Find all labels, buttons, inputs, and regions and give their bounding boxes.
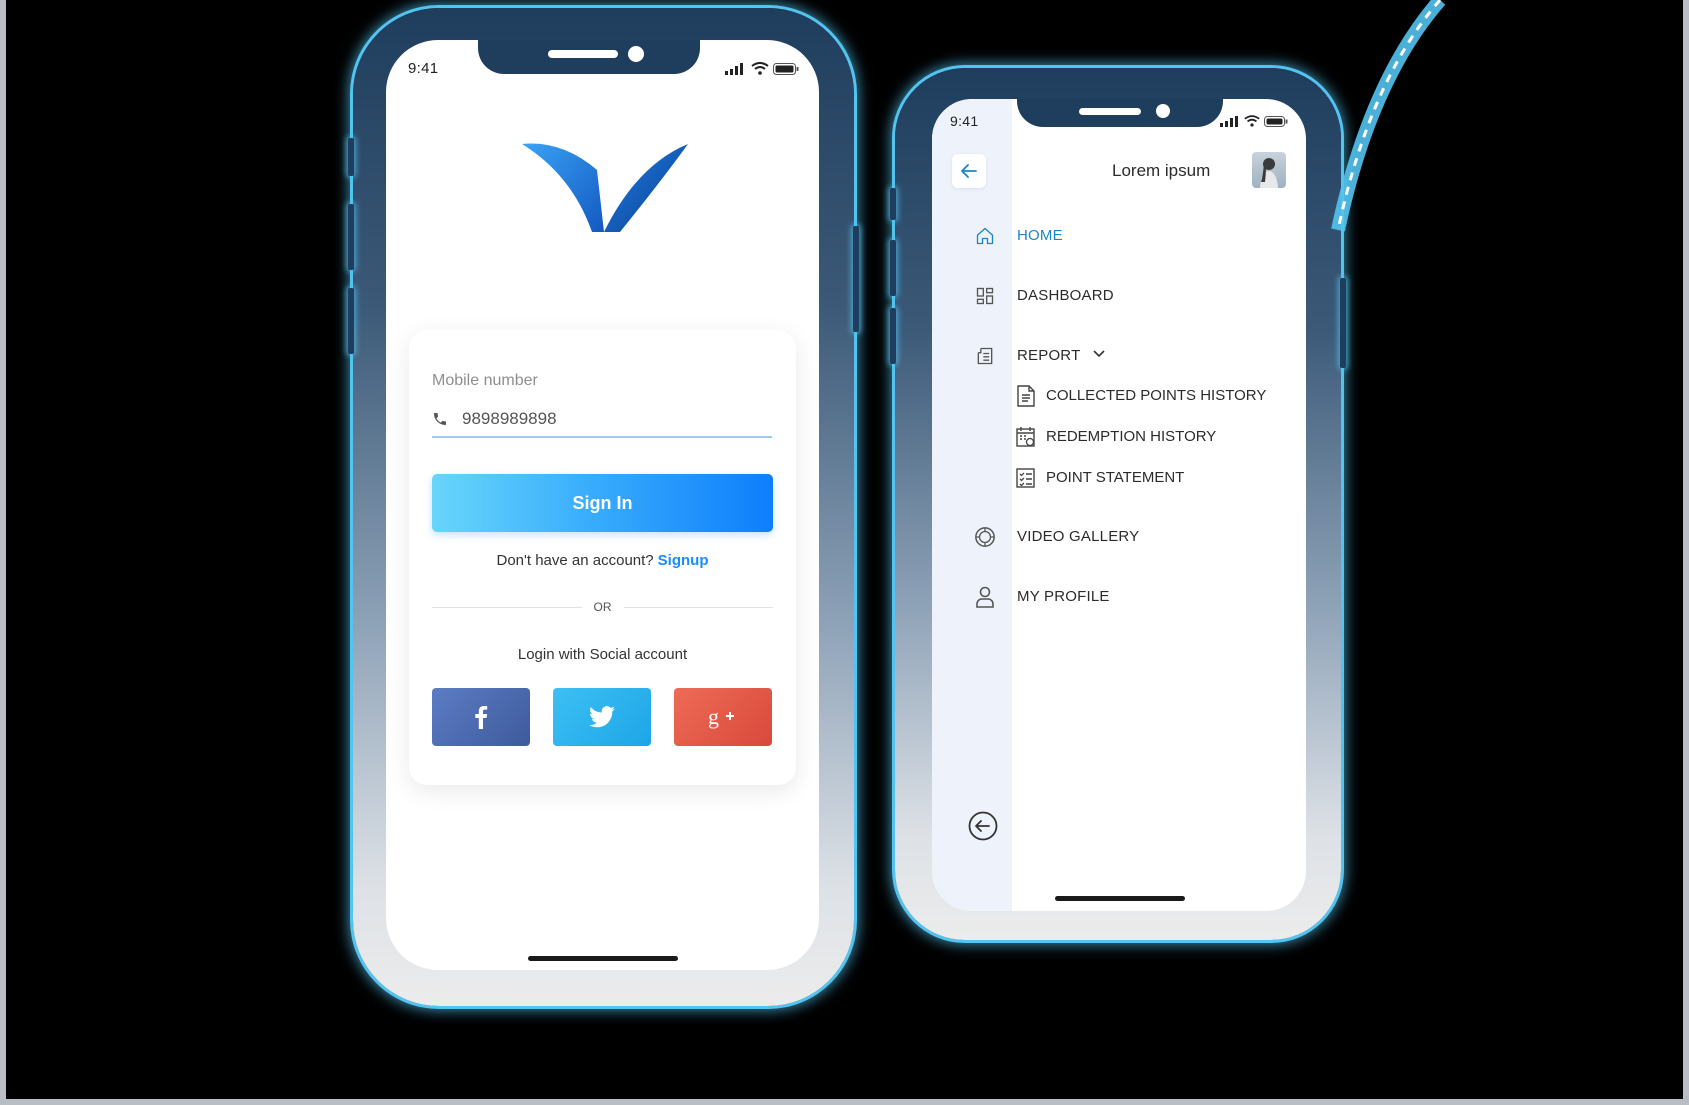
menu-label-video-gallery: VIDEO GALLERY bbox=[1017, 528, 1140, 545]
camera bbox=[1156, 104, 1170, 118]
submenu-label-collected-points-history: COLLECTED POINTS HISTORY bbox=[1046, 387, 1267, 404]
checklist-icon bbox=[1016, 468, 1035, 488]
video-gallery-icon bbox=[974, 526, 996, 548]
avatar[interactable] bbox=[1252, 152, 1286, 188]
speaker bbox=[1079, 108, 1141, 115]
signup-link[interactable]: Signup bbox=[658, 552, 709, 569]
login-card: Mobile number Sign In Don't have an acco… bbox=[409, 330, 796, 785]
battery-icon bbox=[1264, 115, 1288, 127]
home-icon bbox=[974, 225, 996, 247]
user-icon bbox=[974, 586, 996, 608]
status-icons bbox=[1220, 115, 1288, 127]
status-time: 9:41 bbox=[408, 60, 439, 77]
arrow-left-icon bbox=[961, 164, 977, 178]
sign-in-button[interactable]: Sign In bbox=[432, 474, 773, 532]
twitter-login-button[interactable] bbox=[553, 688, 651, 746]
back-button[interactable] bbox=[952, 154, 986, 188]
volume-up-button bbox=[890, 240, 896, 296]
signal-icon bbox=[725, 62, 743, 75]
login-screen: 9:41 Mobile number 9898989898 Sign In Do… bbox=[386, 40, 819, 970]
volume-down-button bbox=[890, 308, 896, 364]
speaker bbox=[548, 50, 618, 58]
twitter-icon bbox=[589, 706, 615, 728]
divider-line bbox=[432, 606, 582, 608]
mobile-number-input[interactable] bbox=[460, 408, 744, 430]
divider-line bbox=[623, 606, 773, 608]
menu-label-report: REPORT bbox=[1017, 347, 1081, 364]
phone-icon bbox=[434, 413, 446, 425]
submenu-item-redemption-history[interactable]: REDEMPTION HISTORY bbox=[932, 425, 1306, 449]
camera bbox=[628, 46, 644, 62]
google-plus-login-button[interactable]: g bbox=[674, 688, 772, 746]
menu-icon-rail bbox=[932, 99, 1012, 911]
no-account-text: Don't have an account? bbox=[496, 552, 654, 569]
wifi-icon bbox=[1244, 115, 1260, 127]
submenu-item-point-statement[interactable]: POINT STATEMENT bbox=[932, 466, 1306, 490]
decorative-strand bbox=[1331, 0, 1446, 232]
submenu-item-collected-points-history[interactable]: COLLECTED POINTS HISTORY bbox=[932, 384, 1306, 408]
profile-name: Lorem ipsum bbox=[1112, 161, 1211, 180]
volume-up-button bbox=[348, 204, 354, 270]
power-button bbox=[1340, 278, 1346, 368]
login-phone-frame: 9:41 Mobile number 9898989898 Sign In Do… bbox=[348, 8, 859, 1006]
signup-prompt: Don't have an account? Signup bbox=[409, 552, 796, 569]
mobile-number-field[interactable] bbox=[432, 402, 772, 438]
document-icon bbox=[1017, 385, 1035, 407]
app-logo bbox=[522, 143, 688, 232]
status-icons bbox=[725, 62, 799, 75]
submenu-label-point-statement: POINT STATEMENT bbox=[1046, 469, 1185, 486]
menu-item-home[interactable]: HOME bbox=[932, 224, 1306, 248]
menu-item-report[interactable]: REPORT bbox=[932, 344, 1306, 368]
or-text: OR bbox=[593, 600, 612, 614]
social-login-label: Login with Social account bbox=[517, 646, 688, 663]
status-time: 9:41 bbox=[950, 113, 979, 129]
or-divider: OR bbox=[432, 600, 773, 614]
logout-icon[interactable] bbox=[968, 811, 998, 841]
svg-text:g: g bbox=[708, 705, 719, 729]
phone-notch bbox=[1017, 99, 1223, 127]
home-indicator bbox=[528, 956, 678, 961]
google-plus-icon: g bbox=[708, 705, 734, 729]
mute-switch bbox=[348, 138, 354, 176]
dashboard-icon bbox=[974, 285, 996, 307]
battery-icon bbox=[773, 62, 799, 75]
submenu-label-redemption-history: REDEMPTION HISTORY bbox=[1046, 428, 1217, 445]
mute-switch bbox=[890, 188, 896, 220]
mobile-number-label: Mobile number bbox=[432, 372, 538, 389]
menu-phone-frame: 9:41 Lorem ipsum HOME DASHBOARD REPORT C… bbox=[890, 68, 1346, 940]
profile-photo bbox=[1260, 158, 1278, 188]
phone-notch bbox=[478, 40, 700, 74]
menu-item-dashboard[interactable]: DASHBOARD bbox=[932, 284, 1306, 308]
chevron-down-icon[interactable] bbox=[1093, 350, 1105, 358]
facebook-login-button[interactable] bbox=[432, 688, 530, 746]
report-icon bbox=[974, 345, 996, 367]
volume-down-button bbox=[348, 288, 354, 354]
menu-item-video-gallery[interactable]: VIDEO GALLERY bbox=[932, 525, 1306, 549]
calendar-icon bbox=[1016, 427, 1035, 447]
menu-label-dashboard: DASHBOARD bbox=[1017, 287, 1114, 304]
signal-icon bbox=[1220, 115, 1238, 127]
power-button bbox=[853, 226, 859, 332]
menu-item-my-profile[interactable]: MY PROFILE bbox=[932, 585, 1306, 609]
wifi-icon bbox=[751, 62, 769, 75]
menu-label-my-profile: MY PROFILE bbox=[1017, 588, 1110, 605]
menu-screen: 9:41 Lorem ipsum HOME DASHBOARD REPORT C… bbox=[932, 99, 1306, 911]
menu-label-home: HOME bbox=[1017, 227, 1063, 244]
facebook-icon bbox=[475, 705, 488, 729]
home-indicator bbox=[1055, 896, 1185, 901]
